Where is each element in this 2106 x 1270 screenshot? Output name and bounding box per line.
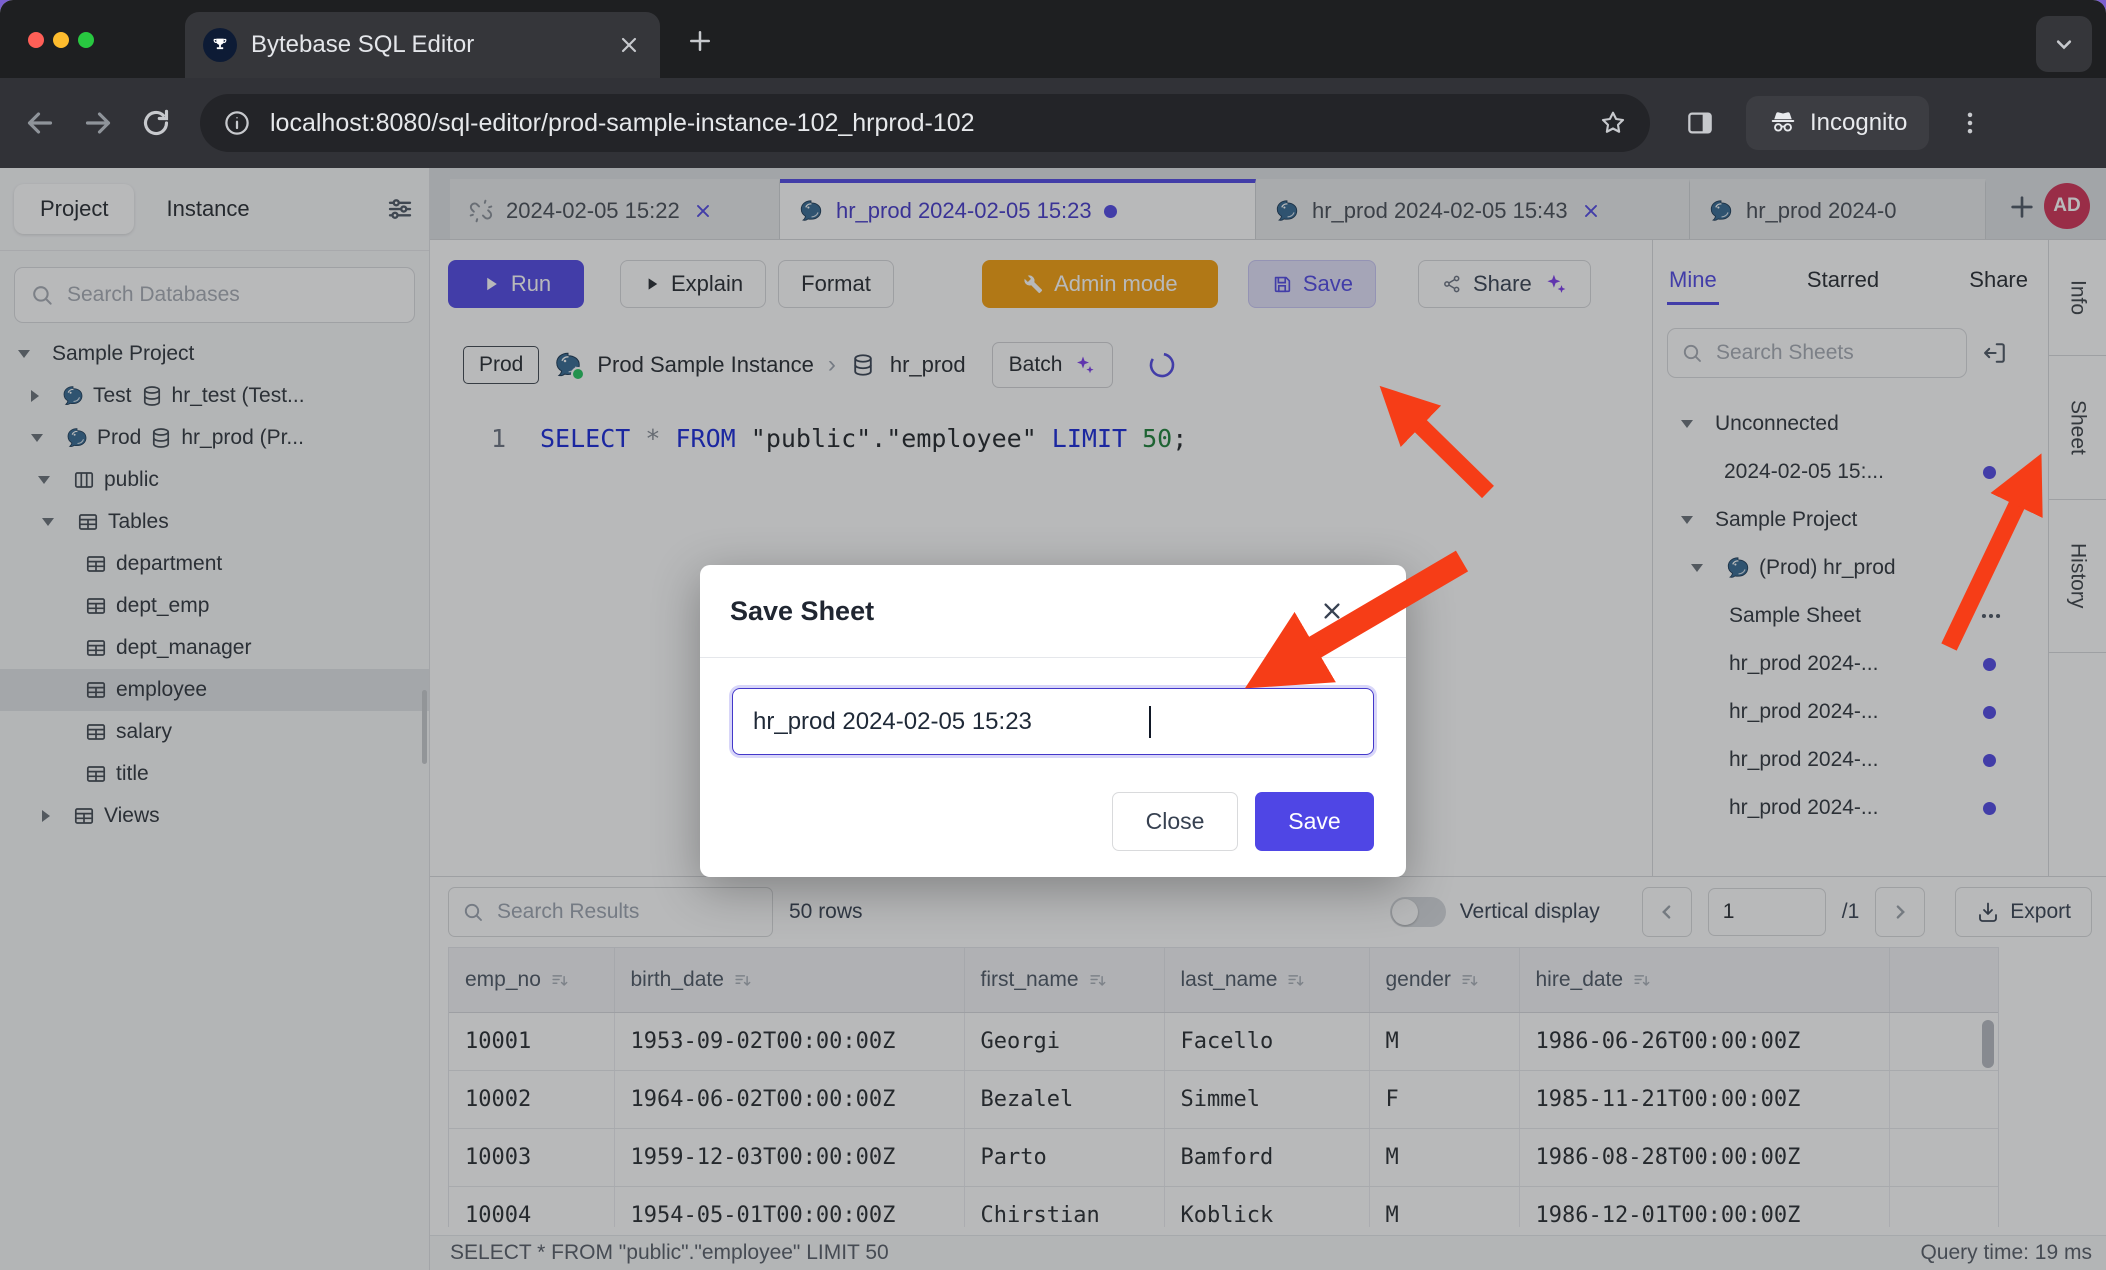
bytebase-favicon: [203, 28, 237, 62]
dialog-close-icon[interactable]: [1318, 597, 1346, 625]
incognito-badge: Incognito: [1746, 96, 1929, 150]
browser-tab-title: Bytebase SQL Editor: [251, 31, 616, 59]
bookmark-star-icon[interactable]: [1598, 108, 1628, 138]
side-panel-icon[interactable]: [1684, 107, 1716, 139]
window-minimize-button[interactable]: [53, 32, 69, 48]
forward-icon[interactable]: [80, 105, 116, 141]
site-info-icon[interactable]: [222, 108, 252, 138]
text-cursor: [1149, 706, 1151, 738]
save-sheet-dialog: Save Sheet Close Save: [700, 565, 1406, 877]
browser-menu-icon[interactable]: [1955, 108, 1985, 138]
url-text: localhost:8080/sql-editor/prod-sample-in…: [270, 109, 1598, 138]
window-close-button[interactable]: [28, 32, 44, 48]
tab-search-button[interactable]: [2036, 16, 2092, 72]
browser-tab-close-icon[interactable]: [616, 32, 642, 58]
dialog-close-button[interactable]: Close: [1112, 792, 1238, 851]
sheet-name-input-field[interactable]: [751, 707, 1149, 737]
browser-toolbar: localhost:8080/sql-editor/prod-sample-in…: [0, 78, 2106, 168]
incognito-label: Incognito: [1810, 109, 1907, 137]
window-zoom-button[interactable]: [78, 32, 94, 48]
dialog-title: Save Sheet: [730, 596, 874, 627]
back-icon[interactable]: [22, 105, 58, 141]
browser-window: Bytebase SQL Editor localhost:8080/sql-e…: [0, 0, 2106, 1270]
reload-icon[interactable]: [138, 105, 174, 141]
browser-tab[interactable]: Bytebase SQL Editor: [185, 12, 660, 78]
address-bar[interactable]: localhost:8080/sql-editor/prod-sample-in…: [200, 94, 1650, 152]
dialog-save-button[interactable]: Save: [1255, 792, 1374, 851]
new-browser-tab-icon[interactable]: [685, 26, 715, 56]
sheet-name-input[interactable]: [732, 688, 1374, 755]
incognito-icon: [1768, 108, 1798, 138]
browser-tab-strip: Bytebase SQL Editor: [0, 0, 2106, 78]
